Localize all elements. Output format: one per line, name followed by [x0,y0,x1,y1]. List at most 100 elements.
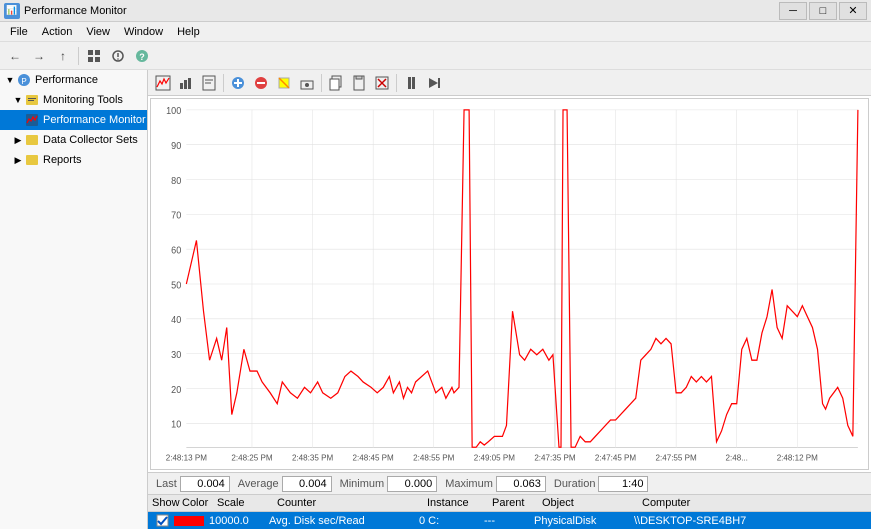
svg-text:20: 20 [171,385,181,396]
remove-counter-button[interactable] [250,72,272,94]
show-hide-button[interactable] [83,45,105,67]
main-toolbar: ← → ↑ ? [0,42,871,70]
svg-text:2:47:35 PM: 2:47:35 PM [534,452,575,462]
next-button[interactable] [423,72,445,94]
copy-button[interactable] [325,72,347,94]
performance-chart: 100 90 80 70 60 50 40 30 20 10 [151,99,868,469]
menu-action[interactable]: Action [36,23,79,41]
reports-expand-icon[interactable]: ▶ [12,154,24,166]
stat-minimum: Minimum 0.000 [340,476,438,492]
counter-table-header: Show Color Scale Counter Instance Parent… [148,495,871,512]
last-label: Last [156,478,177,490]
monitoring-expand-icon[interactable]: ▼ [12,94,24,106]
chart-view-button[interactable] [152,72,174,94]
header-color: Color [182,497,217,509]
svg-text:80: 80 [171,176,181,187]
min-value: 0.000 [387,476,437,492]
header-object: Object [542,497,642,509]
back-button[interactable]: ← [4,45,26,67]
sidebar-item-performance-monitor-label: Performance Monitor [43,114,146,126]
help-button[interactable]: ? [131,45,153,67]
highlight-button[interactable] [273,72,295,94]
stat-maximum: Maximum 0.063 [445,476,546,492]
svg-text:40: 40 [171,315,181,326]
tree-root-label: Performance [35,74,98,86]
menu-bar: File Action View Window Help [0,22,871,42]
svg-text:2:49:05 PM: 2:49:05 PM [474,452,515,462]
chart-histogram-button[interactable] [175,72,197,94]
svg-text:30: 30 [171,350,181,361]
chart-report-button[interactable] [198,72,220,94]
svg-text:2:47:45 PM: 2:47:45 PM [595,452,636,462]
counter-instance: 0 C: [419,515,484,527]
chart-toolbar-sep3 [396,74,397,92]
svg-text:P: P [21,77,26,86]
stat-average: Average 0.004 [238,476,332,492]
data-collector-icon [24,132,40,148]
svg-text:50: 50 [171,280,181,291]
sidebar-item-data-collector[interactable]: ▶ Data Collector Sets [0,130,147,150]
show-checkbox[interactable] [152,514,172,527]
reports-icon [24,152,40,168]
properties-main-button[interactable] [107,45,129,67]
svg-text:2:48:12 PM: 2:48:12 PM [777,452,818,462]
svg-text:70: 70 [171,210,181,221]
freeze-button[interactable] [400,72,422,94]
stats-bar: Last 0.004 Average 0.004 Minimum 0.000 M… [148,472,871,494]
menu-window[interactable]: Window [118,23,169,41]
last-value: 0.004 [180,476,230,492]
sidebar: ▼ P Performance ▼ Monitoring Tools Perfo… [0,70,148,529]
svg-text:60: 60 [171,245,181,256]
counter-scale: 10000.0 [209,515,269,527]
sidebar-item-data-collector-label: Data Collector Sets [43,134,138,146]
header-counter: Counter [277,497,427,509]
title-bar-controls: ─ □ ✕ [779,2,867,20]
counter-color-swatch [174,516,204,526]
title-bar: 📊 Performance Monitor ─ □ ✕ [0,0,871,22]
chart-toolbar-sep1 [223,74,224,92]
menu-view[interactable]: View [80,23,116,41]
paste-button[interactable] [348,72,370,94]
avg-value: 0.004 [282,476,332,492]
max-value: 0.063 [496,476,546,492]
app-icon: 📊 [4,3,20,19]
maximize-button[interactable]: □ [809,2,837,20]
table-row[interactable]: 10000.0 Avg. Disk sec/Read 0 C: --- Phys… [148,512,871,529]
header-instance: Instance [427,497,492,509]
close-button[interactable]: ✕ [839,2,867,20]
svg-text:?: ? [139,52,145,62]
forward-button[interactable]: → [28,45,50,67]
menu-file[interactable]: File [4,23,34,41]
counter-name: Avg. Disk sec/Read [269,515,419,527]
clear-button[interactable] [371,72,393,94]
max-label: Maximum [445,478,493,490]
add-counter-button[interactable] [227,72,249,94]
datacollector-expand-icon[interactable]: ▶ [12,134,24,146]
main-layout: ▼ P Performance ▼ Monitoring Tools Perfo… [0,70,871,529]
performance-monitor-icon [24,112,40,128]
up-button[interactable]: ↑ [52,45,74,67]
chart-container: 100 90 80 70 60 50 40 30 20 10 [150,98,869,470]
svg-text:100: 100 [166,106,181,117]
stat-last: Last 0.004 [156,476,230,492]
sidebar-item-performance-monitor[interactable]: Performance Monitor [0,110,147,130]
chart-toolbar [148,70,871,96]
root-expand-icon[interactable]: ▼ [4,74,16,86]
counter-parent: --- [484,515,534,527]
menu-help[interactable]: Help [171,23,206,41]
minimize-button[interactable]: ─ [779,2,807,20]
header-scale: Scale [217,497,277,509]
svg-text:2:48:25 PM: 2:48:25 PM [231,452,272,462]
header-parent: Parent [492,497,542,509]
monitoring-tools-icon [24,92,40,108]
sidebar-item-reports-label: Reports [43,154,82,166]
properties-counter-button[interactable] [296,72,318,94]
sidebar-item-reports[interactable]: ▶ Reports [0,150,147,170]
content-area: 100 90 80 70 60 50 40 30 20 10 [148,70,871,529]
svg-text:2:48:55 PM: 2:48:55 PM [413,452,454,462]
svg-text:2:48:35 PM: 2:48:35 PM [292,452,333,462]
sidebar-item-monitoring-tools[interactable]: ▼ Monitoring Tools [0,90,147,110]
svg-text:2:48:13 PM: 2:48:13 PM [166,452,207,462]
tree-root[interactable]: ▼ P Performance [0,70,147,90]
header-show: Show [152,497,182,509]
